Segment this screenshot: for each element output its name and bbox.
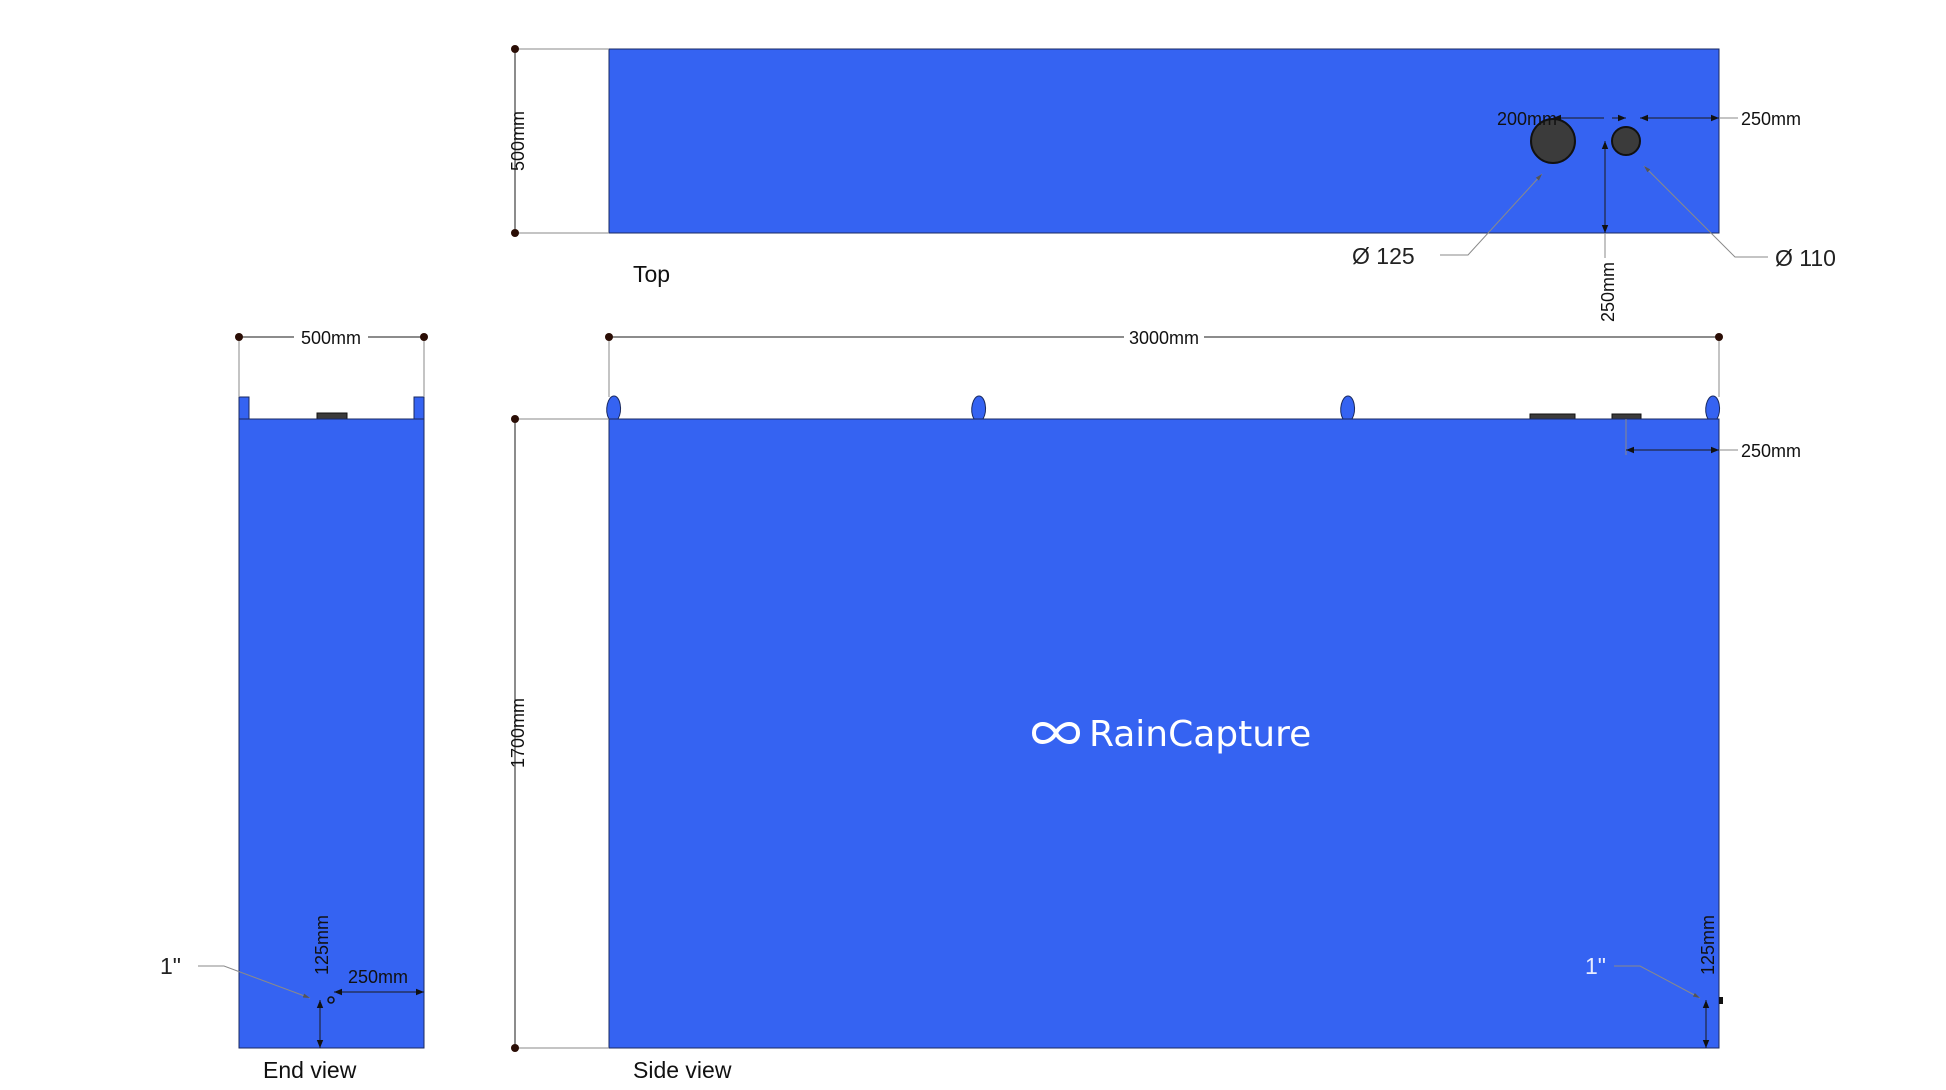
top-view: 500mm 200mm 250mm 250mm Ø 125 Ø 110 Top xyxy=(508,45,1836,322)
end-outlet-offset-label: 250mm xyxy=(348,967,408,987)
brand-name: RainCapture xyxy=(1089,714,1311,755)
lifting-lug-4 xyxy=(1705,395,1721,420)
diameter-small-label: Ø 110 xyxy=(1775,245,1836,271)
side-length-label: 3000mm xyxy=(1129,328,1199,348)
side-offset-label: 250mm xyxy=(1741,441,1801,461)
top-height-label: 500mm xyxy=(508,111,528,171)
end-outlet-height-label: 125mm xyxy=(312,915,332,975)
technical-drawing: 500mm 200mm 250mm 250mm Ø 125 Ø 110 Top … xyxy=(160,45,1836,1083)
end-width-label: 500mm xyxy=(301,328,361,348)
diameter-large-label: Ø 125 xyxy=(1352,243,1415,269)
inlet-hole-small xyxy=(1611,126,1641,156)
end-view: 500mm 125mm 250mm 1" End view xyxy=(160,326,428,1083)
end-fitting-label: 1" xyxy=(160,953,181,979)
top-vertical-offset-label: 250mm xyxy=(1598,262,1618,322)
lifting-lug-3 xyxy=(1340,395,1356,420)
end-view-label: End view xyxy=(263,1057,357,1083)
top-view-label: Top xyxy=(633,261,670,287)
lifting-lug-1 xyxy=(606,395,622,420)
side-fitting-label: 1" xyxy=(1585,953,1606,979)
lifting-lug-2 xyxy=(971,395,987,420)
side-view-label: Side view xyxy=(633,1057,732,1083)
top-hole-spacing-label: 200mm xyxy=(1497,109,1557,129)
side-view: 3000mm 1700mm 250mm 125mm 1" RainCapture… xyxy=(508,326,1801,1083)
top-right-offset-label: 250mm xyxy=(1741,109,1801,129)
side-outlet-height-label: 125mm xyxy=(1698,915,1718,975)
side-height-label: 1700mm xyxy=(508,698,528,768)
